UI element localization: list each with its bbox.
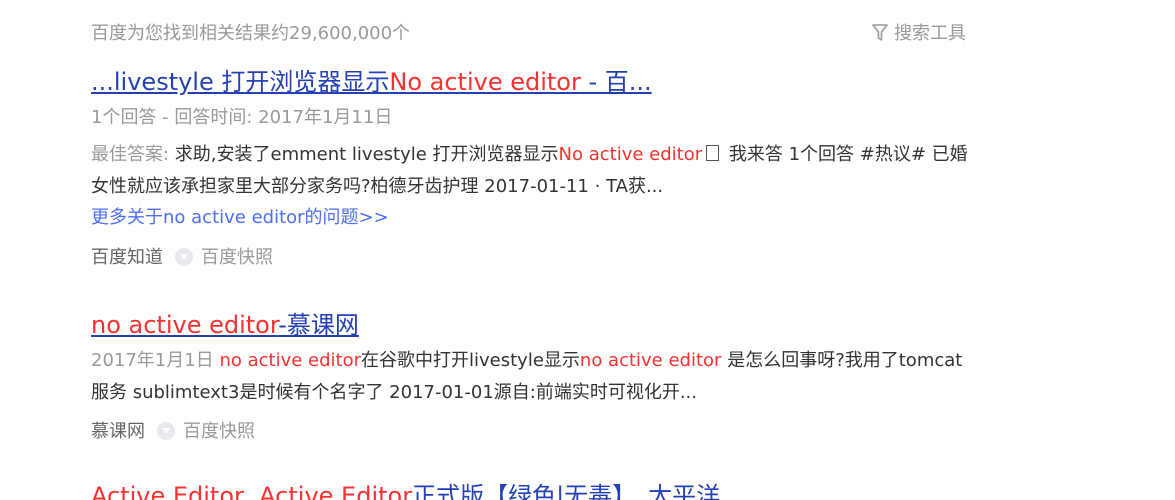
missing-glyph-icon <box>706 145 720 161</box>
abstract-text: 求助,安装了emment livestyle 打开浏览器显示 <box>174 144 559 165</box>
result-title-link[interactable]: no active editor-慕课网 <box>91 309 971 341</box>
abstract-text: 在谷歌中打开livestyle显示 <box>361 350 580 371</box>
search-result: Active Editor, Active Editor正式版【绿色|无毒】_太… <box>91 480 971 500</box>
search-results-page: 百度为您找到相关结果约29,600,000个 搜索工具 ...livestyle… <box>0 0 1175 500</box>
abstract-highlight: no active editor <box>579 350 722 371</box>
best-answer-label: 最佳答案: <box>91 144 175 165</box>
title-highlight: no active editor <box>91 311 279 339</box>
abstract-highlight: no active editor <box>219 350 361 371</box>
title-highlight: No active editor <box>389 68 581 96</box>
search-tools-label: 搜索工具 <box>894 23 966 44</box>
cache-link[interactable]: 百度快照 <box>183 421 255 442</box>
search-result: ...livestyle 打开浏览器显示No active editor - 百… <box>91 66 971 271</box>
title-highlight: Active Editor <box>259 482 413 500</box>
title-text: ...livestyle 打开浏览器显示 <box>91 68 390 96</box>
title-text-suffix: -慕课网 <box>278 311 359 339</box>
title-text-suffix: - 百... <box>580 68 652 96</box>
answer-meta: 1个回答 - 回答时间: 2017年1月11日 <box>91 107 393 128</box>
filter-icon <box>872 24 888 41</box>
title-highlight: Active Editor <box>91 482 244 500</box>
title-separator: , <box>243 482 260 500</box>
result-abstract: 2017年1月1日 no active editor在谷歌中打开livestyl… <box>91 345 971 409</box>
source-name: 慕课网 <box>91 421 145 442</box>
result-abstract: 最佳答案: 求助,安装了emment livestyle 打开浏览器显示No a… <box>91 139 971 203</box>
chevron-down-icon[interactable] <box>175 248 193 266</box>
result-source-row: 百度知道 百度快照 <box>91 245 971 271</box>
result-title-link[interactable]: ...livestyle 打开浏览器显示No active editor - 百… <box>91 66 971 98</box>
chevron-down-icon[interactable] <box>157 422 175 440</box>
result-title-link[interactable]: Active Editor, Active Editor正式版【绿色|无毒】_太… <box>91 480 971 500</box>
result-source-row: 慕课网 百度快照 <box>91 419 971 445</box>
search-tools-button[interactable]: 搜索工具 <box>872 19 966 45</box>
result-count: 百度为您找到相关结果约29,600,000个 <box>91 23 411 44</box>
cache-link[interactable]: 百度快照 <box>201 247 273 268</box>
abstract-highlight: No active editor <box>558 144 703 165</box>
search-result: no active editor-慕课网 2017年1月1日 no active… <box>91 309 971 445</box>
title-text-suffix: 正式版【绿色|无毒】_太平洋... <box>412 482 744 500</box>
source-name: 百度知道 <box>91 247 163 268</box>
result-date: 2017年1月1日 <box>91 350 220 371</box>
more-questions-link[interactable]: 更多关于no active editor的问题>> <box>91 207 389 228</box>
results-topbar: 百度为您找到相关结果约29,600,000个 搜索工具 <box>91 19 966 45</box>
